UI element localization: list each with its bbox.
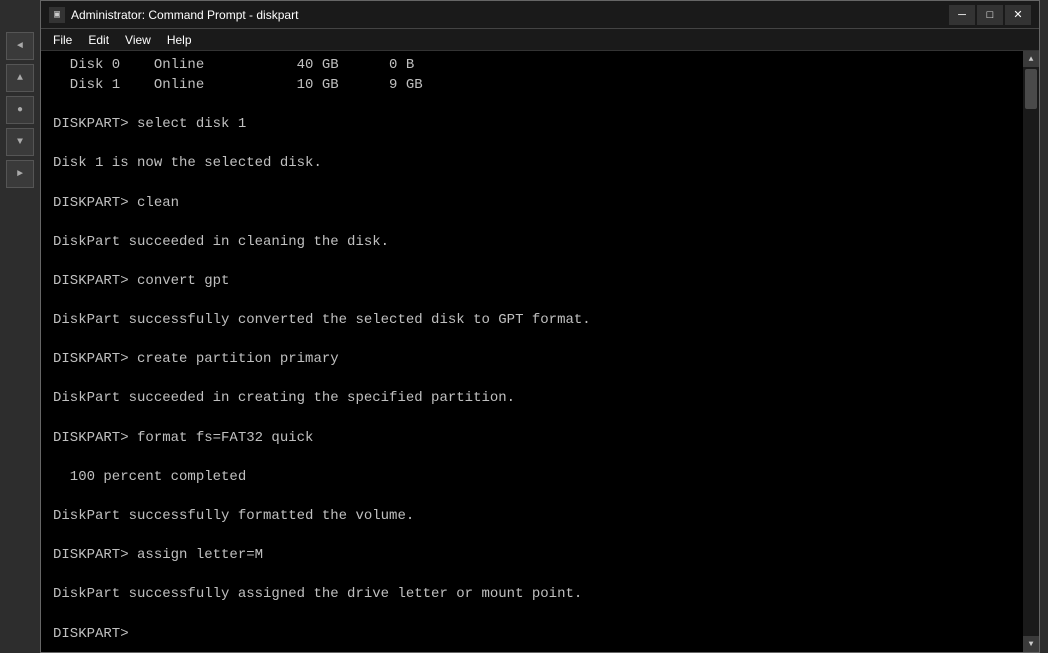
menu-view[interactable]: View [117, 31, 159, 49]
terminal-line [53, 605, 1011, 625]
scroll-track[interactable] [1023, 67, 1039, 636]
scroll-thumb[interactable] [1025, 69, 1037, 109]
title-bar-left: ▣ Administrator: Command Prompt - diskpa… [49, 7, 298, 23]
window-icon: ▣ [49, 7, 65, 23]
sidebar-btn-2[interactable]: ▲ [6, 64, 34, 92]
terminal-line: Disk 1 Online 10 GB 9 GB [53, 76, 1011, 96]
title-bar: ▣ Administrator: Command Prompt - diskpa… [41, 1, 1039, 29]
menu-file[interactable]: File [45, 31, 80, 49]
terminal-line [53, 527, 1011, 547]
terminal-line: 100 percent completed [53, 468, 1011, 488]
terminal-line [53, 252, 1011, 272]
terminal-line: DiskPart succeeded in creating the speci… [53, 389, 1011, 409]
terminal-line: DISKPART> clean [53, 194, 1011, 214]
terminal-line [53, 331, 1011, 351]
terminal-line [53, 96, 1011, 116]
window-title: Administrator: Command Prompt - diskpart [71, 8, 298, 22]
terminal-line: DiskPart succeeded in cleaning the disk. [53, 233, 1011, 253]
command-prompt-window: ▣ Administrator: Command Prompt - diskpa… [40, 0, 1040, 653]
maximize-button[interactable]: □ [977, 5, 1003, 25]
menu-bar: File Edit View Help [41, 29, 1039, 51]
terminal-line: DISKPART> convert gpt [53, 272, 1011, 292]
scrollbar-container: Microsoft DiskPart version 10.0.10240 Co… [41, 51, 1039, 652]
terminal-line [53, 448, 1011, 468]
scroll-down-arrow[interactable]: ▼ [1023, 636, 1039, 652]
terminal-line: Disk 1 is now the selected disk. [53, 154, 1011, 174]
terminal-line [53, 135, 1011, 155]
terminal-line: DISKPART> [53, 625, 1011, 645]
terminal-line: DiskPart successfully converted the sele… [53, 311, 1011, 331]
minimize-button[interactable]: ─ [949, 5, 975, 25]
terminal-line [53, 213, 1011, 233]
terminal-line: DiskPart successfully formatted the volu… [53, 507, 1011, 527]
window-controls: ─ □ ✕ [949, 5, 1031, 25]
sidebar-btn-5[interactable]: ► [6, 160, 34, 188]
terminal-line [53, 409, 1011, 429]
terminal-line: DISKPART> create partition primary [53, 350, 1011, 370]
terminal-line: DISKPART> assign letter=M [53, 546, 1011, 566]
terminal-line [53, 174, 1011, 194]
scrollbar[interactable]: ▲ ▼ [1023, 51, 1039, 652]
sidebar-btn-3[interactable]: ● [6, 96, 34, 124]
menu-help[interactable]: Help [159, 31, 200, 49]
terminal-line [53, 566, 1011, 586]
terminal-line: DISKPART> format fs=FAT32 quick [53, 429, 1011, 449]
terminal-line [53, 291, 1011, 311]
right-panel [1040, 0, 1048, 653]
menu-edit[interactable]: Edit [80, 31, 117, 49]
sidebar-btn-1[interactable]: ◄ [6, 32, 34, 60]
terminal-line: DISKPART> select disk 1 [53, 115, 1011, 135]
terminal-line: Disk 0 Online 40 GB 0 B [53, 56, 1011, 76]
terminal-content[interactable]: Microsoft DiskPart version 10.0.10240 Co… [41, 51, 1023, 652]
terminal-line: DiskPart successfully assigned the drive… [53, 585, 1011, 605]
scroll-up-arrow[interactable]: ▲ [1023, 51, 1039, 67]
sidebar: ◄ ▲ ● ▼ ► [0, 0, 40, 653]
sidebar-btn-4[interactable]: ▼ [6, 128, 34, 156]
close-button[interactable]: ✕ [1005, 5, 1031, 25]
terminal-line [53, 487, 1011, 507]
terminal-line [53, 370, 1011, 390]
